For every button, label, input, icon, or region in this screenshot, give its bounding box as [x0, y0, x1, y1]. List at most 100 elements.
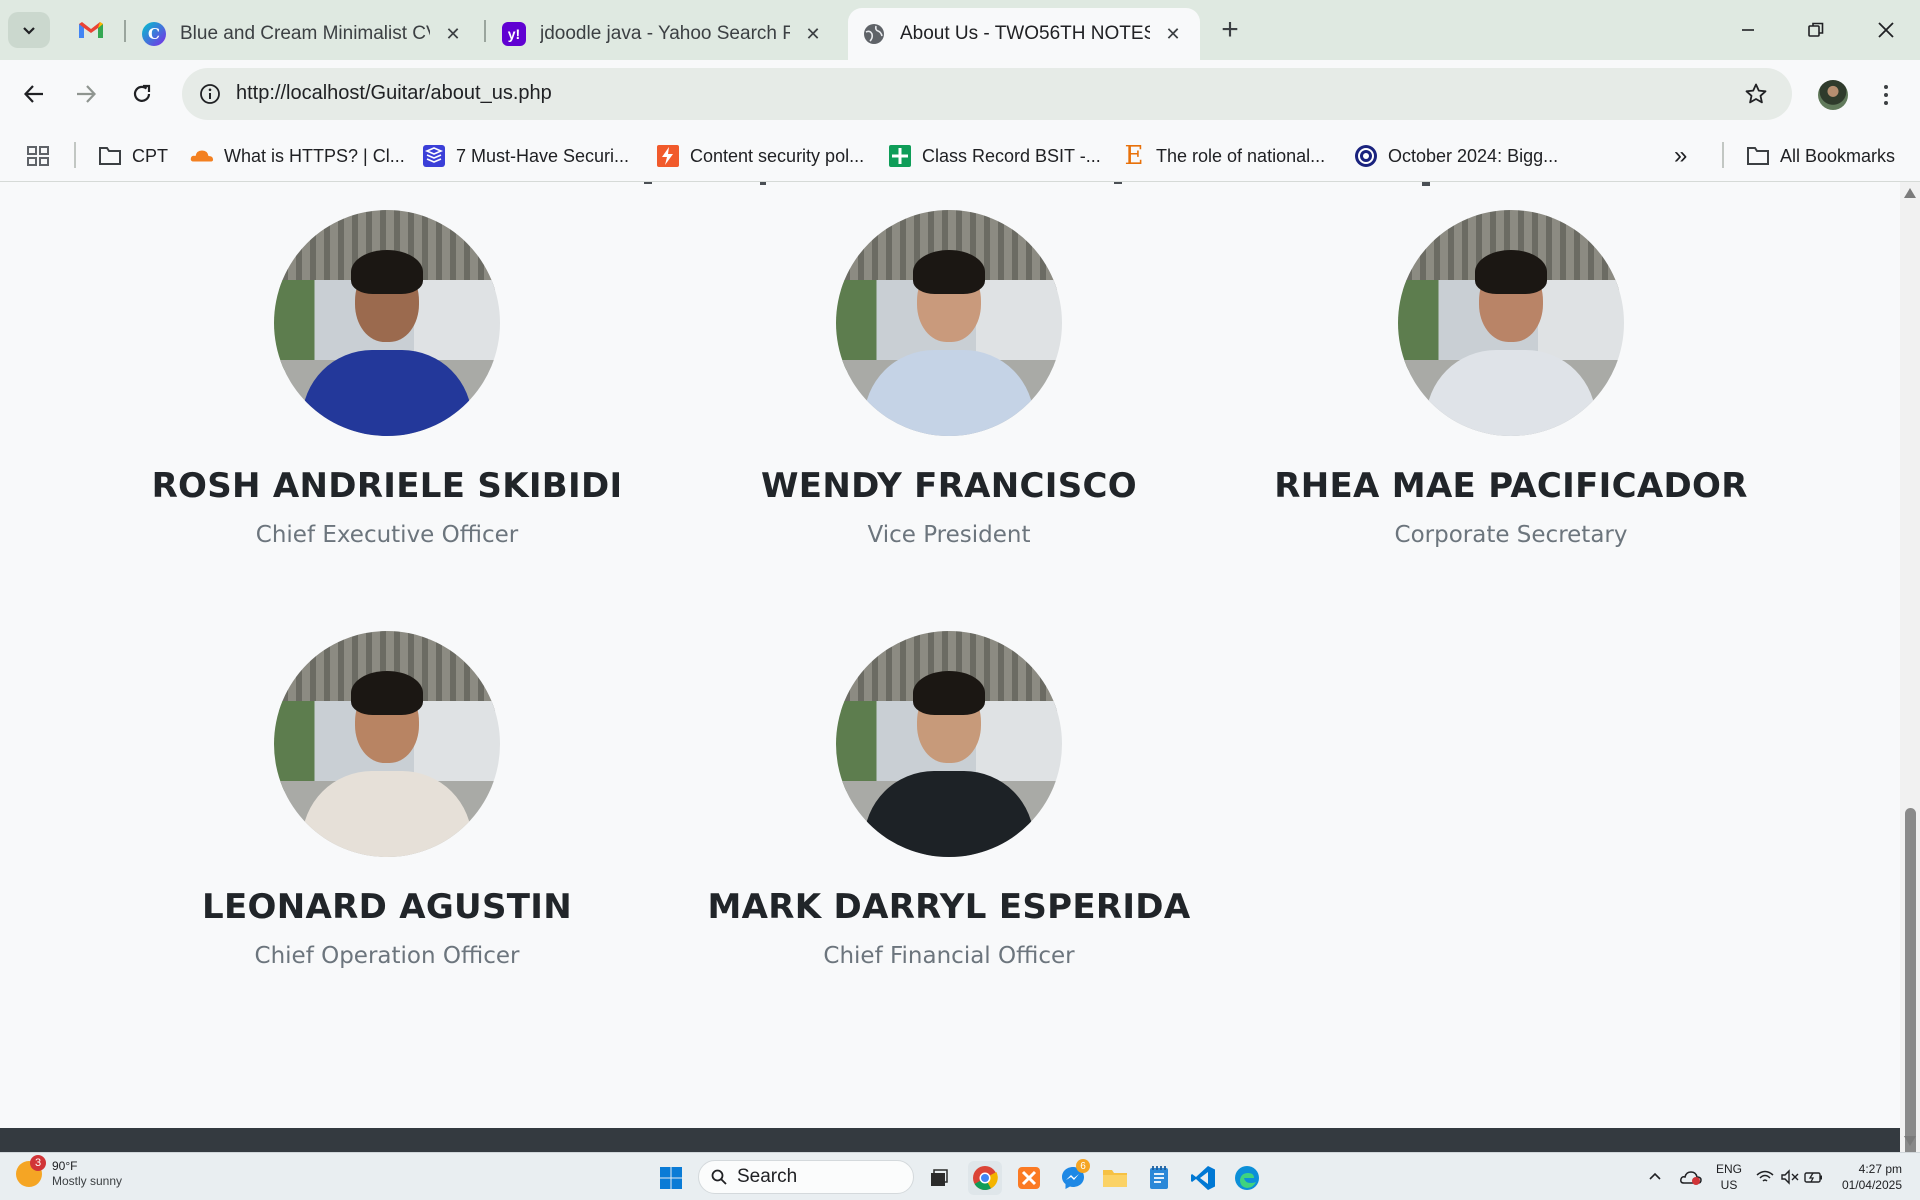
scroll-down-arrow-icon[interactable]	[1904, 1136, 1916, 1146]
volume-muted-icon	[1781, 1169, 1799, 1185]
weather-badge: 3	[30, 1155, 46, 1171]
minimize-icon	[1742, 29, 1754, 31]
member-role: Vice President	[867, 522, 1031, 548]
taskbar-edge[interactable]	[1230, 1161, 1264, 1195]
bookmark-label: October 2024: Bigg...	[1388, 145, 1559, 166]
member-photo	[1398, 210, 1624, 436]
tab-canva-cv[interactable]: C Blue and Cream Minimalist CV Resume ✕	[128, 8, 480, 60]
chrome-icon	[973, 1166, 998, 1191]
team-member-card: LEONARD AGUSTIN Chief Operation Officer	[107, 631, 667, 969]
tray-volume[interactable]	[1780, 1153, 1800, 1200]
target-icon	[1354, 144, 1378, 168]
bookmark-label: 7 Must-Have Securi...	[456, 145, 630, 166]
windows-taskbar: 3 90°F Mostly sunny Search 6 ENG US 4:27…	[0, 1152, 1920, 1200]
member-name: MARK DARRYL ESPERIDA	[707, 887, 1191, 927]
bookmark-csp[interactable]: Content security pol...	[656, 140, 864, 172]
all-bookmarks-button[interactable]: All Bookmarks	[1746, 140, 1895, 172]
chevron-up-icon	[1649, 1172, 1661, 1180]
bookmark-label: Class Record BSIT -...	[922, 145, 1101, 166]
tab-about-us[interactable]: About Us - TWO56TH NOTES ✕	[848, 8, 1200, 60]
region-code: US	[1720, 1178, 1738, 1192]
taskbar-clock[interactable]: 4:27 pm 01/04/2025	[1842, 1161, 1902, 1193]
xampp-icon	[1018, 1167, 1040, 1189]
back-button[interactable]	[14, 74, 54, 114]
tab-search-button[interactable]	[8, 12, 50, 48]
weather-widget[interactable]: 3 90°F Mostly sunny	[16, 1155, 122, 1189]
forward-button[interactable]	[66, 74, 106, 114]
taskbar-chrome[interactable]	[968, 1161, 1002, 1195]
close-tab-icon[interactable]: ✕	[1160, 21, 1186, 47]
gmail-icon	[79, 22, 103, 38]
bookmark-label: The role of national...	[1156, 145, 1326, 166]
bookmark-label: CPT	[132, 145, 168, 166]
apps-button[interactable]	[26, 140, 50, 172]
gmail-pinned-tab[interactable]	[74, 14, 108, 46]
close-window-button[interactable]	[1858, 8, 1914, 52]
new-tab-button[interactable]: +	[1212, 12, 1248, 48]
start-button[interactable]	[654, 1161, 688, 1195]
cloud-offline-icon	[1680, 1171, 1702, 1185]
restore-button[interactable]	[1788, 8, 1844, 52]
bookmark-cpt[interactable]: CPT	[98, 140, 168, 172]
browser-menu-icon[interactable]	[1870, 78, 1902, 112]
chevron-down-icon	[23, 27, 35, 35]
member-role: Corporate Secretary	[1394, 522, 1628, 548]
address-bar[interactable]: http://localhost/Guitar/about_us.php	[182, 68, 1792, 120]
member-photo	[836, 631, 1062, 857]
bookmark-national[interactable]: E The role of national...	[1122, 140, 1326, 172]
taskbar-file-explorer[interactable]	[1098, 1161, 1132, 1195]
language-indicator[interactable]: ENG US	[1716, 1161, 1742, 1193]
tab-title: About Us - TWO56TH NOTES	[900, 23, 1150, 44]
close-tab-icon[interactable]: ✕	[440, 21, 466, 47]
stack-icon	[422, 144, 446, 168]
minimize-button[interactable]	[1720, 8, 1776, 52]
member-photo	[274, 631, 500, 857]
folder-icon	[1746, 144, 1770, 168]
taskbar-search[interactable]: Search	[698, 1160, 914, 1194]
taskbar-notepad[interactable]	[1142, 1161, 1176, 1195]
search-icon	[711, 1169, 727, 1185]
close-tab-icon[interactable]: ✕	[800, 21, 826, 47]
taskbar-messenger[interactable]: 6	[1056, 1159, 1090, 1195]
taskbar-xampp[interactable]	[1012, 1161, 1046, 1195]
tray-overflow-button[interactable]	[1648, 1153, 1662, 1200]
bookmark-class-record[interactable]: Class Record BSIT -...	[888, 140, 1101, 172]
bookmark-october[interactable]: October 2024: Bigg...	[1354, 140, 1558, 172]
site-info-icon[interactable]	[196, 80, 224, 108]
bookmark-label: What is HTTPS? | Cl...	[224, 145, 405, 166]
battery-charging-icon	[1804, 1172, 1822, 1183]
member-role: Chief Operation Officer	[254, 943, 520, 969]
more-bookmarks-button[interactable]: »	[1674, 140, 1687, 172]
language-code: ENG	[1716, 1162, 1743, 1176]
member-photo	[836, 210, 1062, 436]
tray-battery[interactable]	[1804, 1153, 1824, 1200]
edge-icon	[1235, 1166, 1259, 1190]
bolt-icon	[656, 144, 680, 168]
team-member-card: WENDY FRANCISCO Vice President	[669, 210, 1229, 548]
wifi-icon	[1756, 1170, 1774, 1182]
tab-separator	[484, 20, 486, 42]
browser-toolbar: http://localhost/Guitar/about_us.php	[0, 60, 1920, 130]
tray-onedrive[interactable]	[1680, 1153, 1702, 1200]
cut-off-text-line	[644, 182, 1430, 186]
reload-button[interactable]	[122, 74, 162, 114]
folder-icon	[1103, 1170, 1127, 1187]
taskbar-vscode[interactable]	[1186, 1161, 1220, 1195]
scroll-up-arrow-icon[interactable]	[1904, 188, 1916, 198]
bookmark-separator	[1722, 142, 1724, 168]
url-text[interactable]: http://localhost/Guitar/about_us.php	[236, 82, 552, 105]
task-view-button[interactable]	[922, 1161, 956, 1195]
task-view-icon	[931, 1169, 948, 1186]
close-icon	[1878, 22, 1894, 38]
plus-icon: +	[1221, 13, 1239, 46]
tab-yahoo-search[interactable]: y! jdoodle java - Yahoo Search Results ✕	[488, 8, 840, 60]
bookmark-label: All Bookmarks	[1780, 145, 1896, 166]
bookmark-star-icon[interactable]	[1742, 80, 1770, 108]
tray-network[interactable]	[1756, 1153, 1774, 1200]
bookmark-security[interactable]: 7 Must-Have Securi...	[422, 140, 629, 172]
page-scrollbar[interactable]	[1900, 182, 1920, 1200]
bookmark-https[interactable]: What is HTTPS? | Cl...	[190, 140, 405, 172]
bookmark-label: Content security pol...	[690, 145, 865, 166]
clock-date: 01/04/2025	[1841, 1178, 1902, 1192]
profile-avatar[interactable]	[1818, 80, 1848, 110]
